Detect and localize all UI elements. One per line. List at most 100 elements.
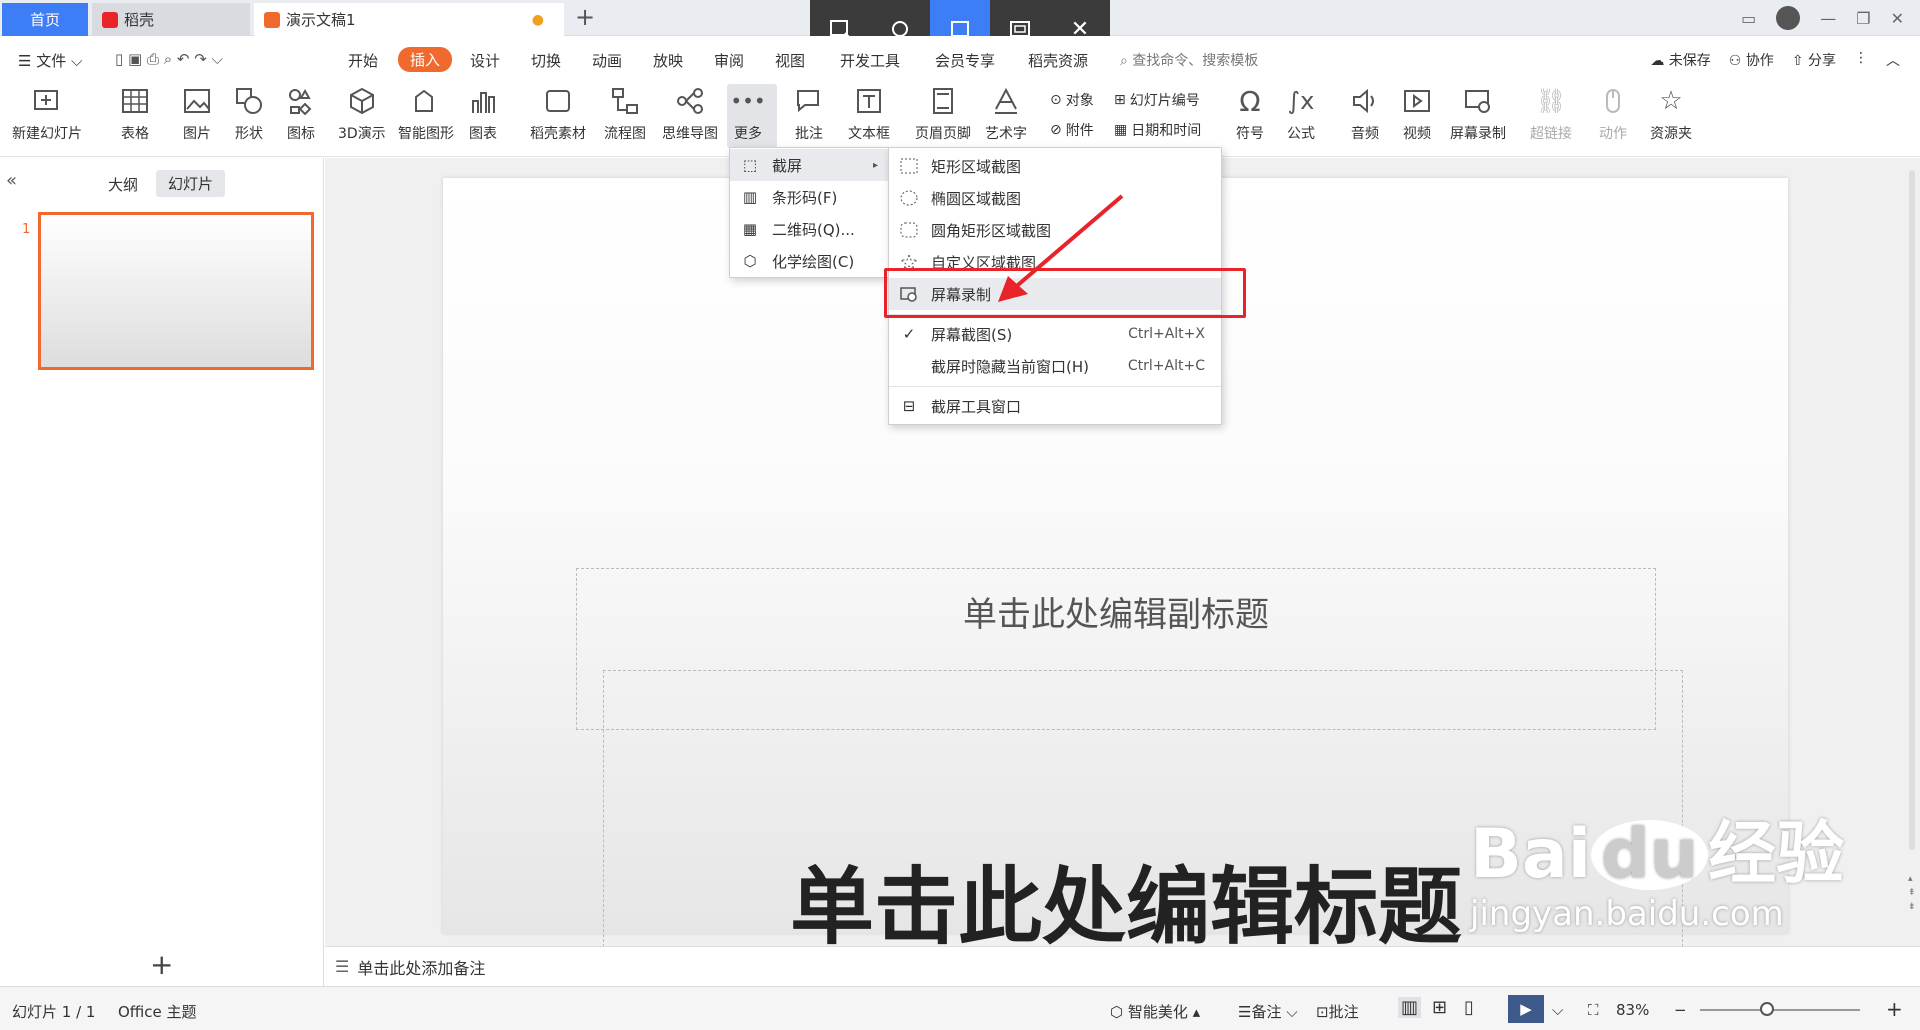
header-footer-button[interactable]: 页眉页脚: [915, 86, 971, 143]
sorter-view-icon[interactable]: ⊞: [1432, 997, 1447, 1018]
scroll-nav-icons[interactable]: ▴ ⇞ ⇟: [1908, 872, 1916, 914]
page-indicator-icon[interactable]: ▭: [1741, 9, 1756, 28]
3d-button[interactable]: 3D演示: [338, 86, 386, 143]
menu-item-hide-window[interactable]: 截屏时隐藏当前窗口(H) Ctrl+Alt+C: [889, 350, 1221, 382]
textbox-button[interactable]: 文本框: [848, 86, 890, 143]
menu-member[interactable]: 会员专享: [935, 50, 995, 71]
collab-button[interactable]: ⚇ 协作: [1729, 50, 1774, 70]
resource-folder-button[interactable]: ☆ 资源夹: [1650, 86, 1692, 143]
watermark-suffix: 经验: [1708, 815, 1845, 894]
avatar[interactable]: [1776, 6, 1801, 30]
menu-slideshow[interactable]: 放映: [653, 50, 683, 71]
new-tab-button[interactable]: +: [575, 3, 595, 31]
scrollbar-thumb[interactable]: [1909, 170, 1915, 850]
action-button[interactable]: 动作: [1598, 86, 1628, 143]
menu-design[interactable]: 设计: [470, 50, 500, 71]
quick-access-icons[interactable]: ▯ ▣ ⎙ ⌕ ↶ ↷ ⌵: [115, 50, 223, 68]
chemistry-label: 化学绘图(C): [772, 252, 855, 271]
new-slide-button[interactable]: 新建幻灯片: [12, 86, 82, 143]
menu-item-rect-capture[interactable]: 矩形区域截图: [889, 150, 1221, 182]
comment-toggle-icon: ⊡: [1316, 1003, 1329, 1021]
link-icon: ⛓: [1535, 87, 1567, 115]
more-options-icon[interactable]: ⋮: [1854, 50, 1868, 70]
dashed-roundrect-icon: [899, 221, 919, 239]
normal-view-icon[interactable]: ▥: [1398, 997, 1422, 1018]
notes-bar[interactable]: ☰ 单击此处添加备注: [325, 946, 1920, 986]
tab-home[interactable]: 首页: [2, 3, 88, 36]
video-button[interactable]: 视频: [1402, 86, 1432, 143]
datetime-button[interactable]: ▦ 日期和时间: [1114, 120, 1201, 140]
slide-number-button[interactable]: ⊞ 幻灯片编号: [1114, 90, 1200, 110]
more-button[interactable]: ••• 更多: [730, 86, 765, 143]
chart-button[interactable]: 图表: [468, 86, 498, 143]
shape-button[interactable]: 形状: [234, 86, 264, 143]
close-icon[interactable]: ✕: [1891, 9, 1904, 28]
hyperlink-button[interactable]: ⛓ 超链接: [1530, 86, 1572, 143]
comment-button[interactable]: 批注: [794, 86, 824, 143]
add-slide-button[interactable]: +: [150, 948, 173, 981]
minimize-icon[interactable]: —: [1820, 9, 1836, 28]
unsaved-button[interactable]: ☁ 未保存: [1650, 50, 1710, 70]
reading-view-icon[interactable]: ▯: [1464, 997, 1474, 1018]
icon-button[interactable]: 图标: [286, 86, 316, 143]
theme-name[interactable]: Office 主题: [118, 1001, 197, 1022]
menu-developer[interactable]: 开发工具: [840, 50, 900, 71]
play-button[interactable]: ▶: [1508, 995, 1544, 1023]
flowchart-button[interactable]: 流程图: [604, 86, 646, 143]
menu-item-chemistry[interactable]: ⬡ 化学绘图(C): [730, 245, 888, 277]
zoom-level[interactable]: 83%: [1616, 1001, 1649, 1019]
menu-transition[interactable]: 切换: [531, 50, 561, 71]
screenshot-label: 截屏: [772, 156, 803, 175]
audio-button[interactable]: 音频: [1350, 86, 1380, 143]
command-search[interactable]: ⌕ 查找命令、搜索模板: [1120, 50, 1258, 70]
tab-daoke[interactable]: 稻壳: [92, 3, 250, 36]
file-menu[interactable]: ☰ 文件 ⌵: [18, 50, 82, 71]
menu-item-barcode[interactable]: ▥ 条形码(F): [730, 181, 888, 213]
vertical-scrollbar[interactable]: ▴ ⇞ ⇟: [1906, 160, 1918, 940]
fit-window-icon[interactable]: ⛶: [1588, 1001, 1599, 1019]
zoom-out-icon[interactable]: −: [1674, 1001, 1687, 1019]
smart-beautify-button[interactable]: ⬡ 智能美化 ▴: [1110, 1001, 1200, 1022]
play-options-icon[interactable]: ⌵: [1552, 1001, 1563, 1019]
screen-capture-label: 屏幕截图(S): [931, 325, 1013, 344]
zoom-in-icon[interactable]: +: [1886, 997, 1903, 1021]
cloud-icon: ☁: [1650, 53, 1665, 69]
collapse-ribbon-icon[interactable]: ︿: [1886, 50, 1900, 70]
menu-item-capture-tool[interactable]: ⊟ 截屏工具窗口: [889, 390, 1221, 422]
new-slide-label: 新建幻灯片: [12, 126, 82, 142]
share-button[interactable]: ⇧ 分享: [1792, 50, 1836, 70]
screen-record-button[interactable]: 屏幕录制: [1450, 86, 1506, 143]
comment-toggle[interactable]: ⊡批注: [1316, 1001, 1359, 1022]
attachment-button[interactable]: ⊘ 附件: [1050, 120, 1094, 140]
menu-item-screen-capture[interactable]: ✓ 屏幕截图(S) Ctrl+Alt+X: [889, 318, 1221, 350]
slide-thumbnail[interactable]: [38, 212, 314, 370]
menu-item-qrcode[interactable]: ▦ 二维码(Q)...: [730, 213, 888, 245]
arttext-button[interactable]: 艺术字: [985, 86, 1027, 143]
restore-icon[interactable]: ❐: [1856, 9, 1870, 28]
menu-item-screenshot[interactable]: ⬚ 截屏 ▸: [730, 149, 888, 181]
menu-animation[interactable]: 动画: [592, 50, 622, 71]
tab-document[interactable]: 演示文稿1 ●: [254, 3, 564, 36]
menu-daoke-resources[interactable]: 稻壳资源: [1028, 50, 1088, 71]
mindmap-button[interactable]: 思维导图: [662, 86, 718, 143]
tab-slides[interactable]: 幻灯片: [156, 170, 226, 197]
picture-button[interactable]: 图片: [182, 86, 212, 143]
collapse-panel-icon[interactable]: «: [6, 170, 17, 191]
capture-tool-icon: ⊟: [902, 397, 916, 415]
smartart-button[interactable]: 智能图形: [398, 86, 454, 143]
menu-view[interactable]: 视图: [775, 50, 805, 71]
zoom-slider-handle[interactable]: [1760, 1002, 1774, 1016]
object-button[interactable]: ⊙ 对象: [1050, 90, 1094, 110]
shape-icon: [234, 86, 264, 116]
picture-label: 图片: [183, 126, 211, 142]
menu-start[interactable]: 开始: [348, 50, 378, 71]
tab-outline[interactable]: 大纲: [108, 174, 138, 195]
zoom-slider[interactable]: [1700, 1009, 1860, 1011]
formula-button[interactable]: ∫x 公式: [1286, 86, 1316, 143]
notes-toggle[interactable]: ☰备注 ⌵: [1238, 1001, 1298, 1022]
symbol-button[interactable]: Ω 符号: [1235, 85, 1265, 143]
menu-review[interactable]: 审阅: [714, 50, 744, 71]
table-button[interactable]: 表格: [120, 86, 150, 143]
material-button[interactable]: 稻壳素材: [530, 86, 586, 143]
menu-insert[interactable]: 插入: [398, 47, 453, 72]
